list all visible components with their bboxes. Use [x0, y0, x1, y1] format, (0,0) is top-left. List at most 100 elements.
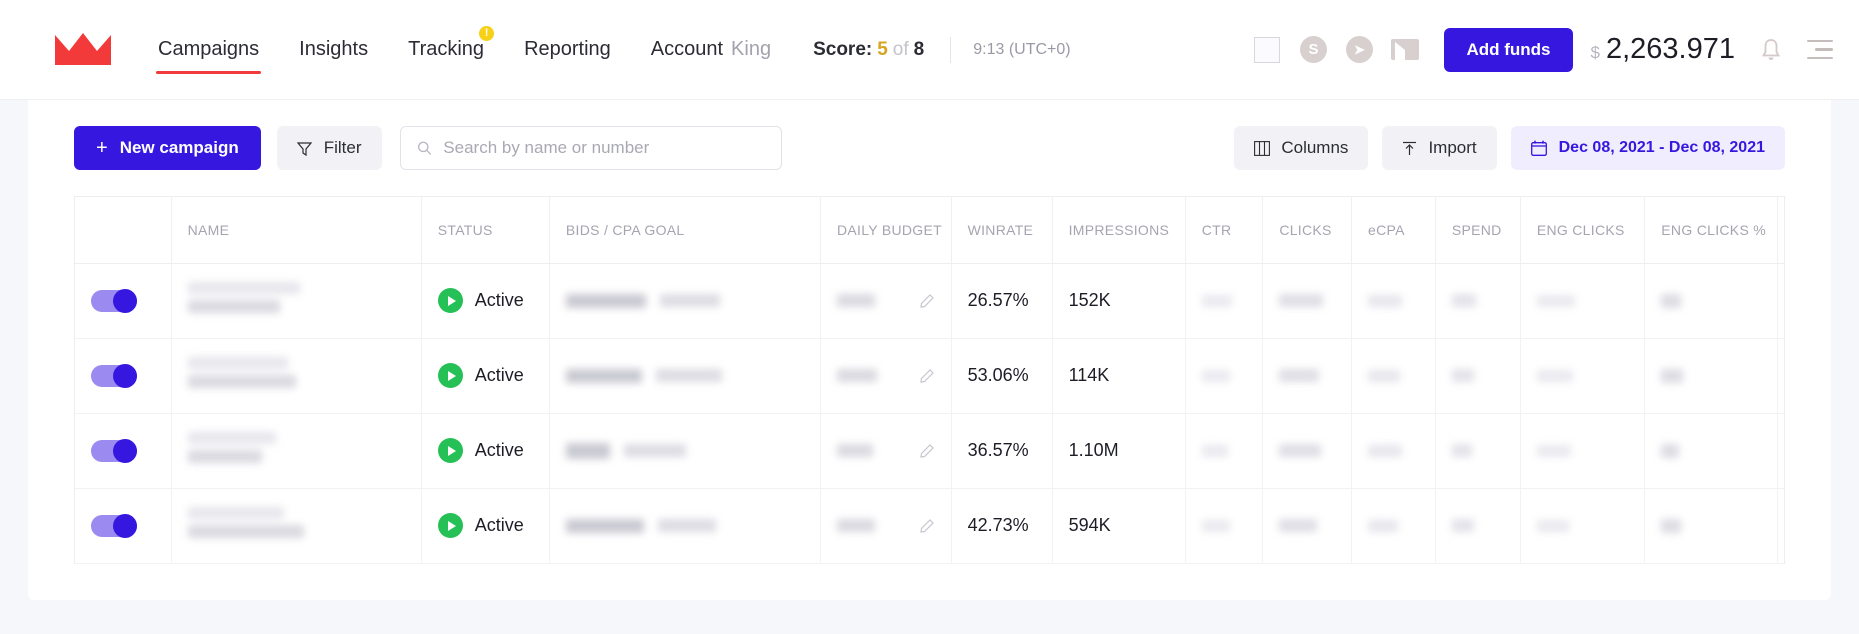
table-row[interactable]: Active — [75, 413, 1784, 489]
cell-name — [171, 488, 422, 564]
brand-logo[interactable] — [28, 32, 138, 67]
col-header-winrate[interactable]: WINRATE — [951, 197, 1053, 264]
import-button[interactable]: Import — [1382, 126, 1497, 170]
date-range-picker[interactable]: Dec 08, 2021 - Dec 08, 2021 — [1510, 126, 1785, 170]
score-total: 8 — [913, 38, 925, 60]
columns-button[interactable]: Columns — [1234, 126, 1369, 170]
cell-status: Active — [421, 263, 550, 339]
col-header-clicks[interactable]: CLICKS — [1262, 197, 1353, 264]
table-row[interactable]: Active — [75, 263, 1784, 339]
skype-icon[interactable]: S — [1292, 29, 1334, 71]
telegram-icon[interactable]: ➤ — [1338, 29, 1380, 71]
telegram-glyph: ➤ — [1354, 41, 1365, 57]
col-header-eng-clicks[interactable]: ENG CLICKS — [1520, 197, 1646, 264]
col-header-status[interactable]: STATUS — [421, 197, 550, 264]
utc-clock: 9:13 (UTC+0) — [973, 40, 1071, 58]
cell-conversions — [1777, 263, 1784, 339]
col-header-ctr[interactable]: CTR — [1185, 197, 1264, 264]
nav-divider — [950, 36, 952, 63]
status-active-icon — [437, 288, 463, 313]
score-label: Score: — [813, 38, 873, 60]
cell-ecpa — [1351, 413, 1436, 489]
columns-label: Columns — [1281, 138, 1349, 157]
campaigns-table-container[interactable]: NAME STATUS BIDS / CPA GOAL DAILY BUDGET… — [74, 196, 1785, 564]
mail-icon[interactable] — [1384, 29, 1436, 71]
status-label: Active — [474, 290, 524, 310]
bids-redacted — [565, 293, 804, 308]
cell-conversions — [1777, 338, 1784, 414]
edit-pencil-icon[interactable] — [919, 368, 935, 383]
cell-spend — [1435, 338, 1521, 414]
bids-redacted — [565, 518, 804, 533]
notifications-bell-icon[interactable] — [1761, 38, 1781, 61]
campaign-enabled-toggle[interactable] — [91, 288, 137, 313]
col-header-spend[interactable]: SPEND — [1435, 197, 1521, 264]
col-header-daily-budget[interactable]: DAILY BUDGET — [820, 197, 952, 264]
cell-daily-budget — [820, 488, 952, 564]
new-campaign-label: New campaign — [119, 138, 239, 157]
cell-eng-clicks — [1520, 413, 1646, 489]
import-label: Import — [1428, 138, 1477, 157]
search-box[interactable] — [399, 126, 782, 170]
add-funds-button[interactable]: Add funds — [1444, 27, 1573, 72]
budget-redacted — [836, 519, 875, 532]
filter-button[interactable]: Filter — [276, 126, 382, 170]
campaign-enabled-toggle[interactable] — [91, 363, 137, 388]
cell-toggle — [75, 338, 172, 414]
table-row[interactable]: Active — [75, 488, 1784, 564]
budget-redacted — [836, 294, 875, 307]
bids-redacted — [565, 368, 804, 383]
cell-eng-clicks-pct — [1644, 338, 1779, 414]
nav-item-campaigns[interactable]: Campaigns — [138, 0, 279, 100]
calendar-icon — [1530, 140, 1547, 156]
cell-eng-clicks-pct — [1644, 413, 1779, 489]
campaign-enabled-toggle[interactable] — [91, 438, 137, 463]
cell-spend — [1435, 488, 1521, 564]
col-header-bids[interactable]: BIDS / CPA GOAL — [549, 197, 821, 264]
col-header-name[interactable]: NAME — [171, 197, 422, 264]
nav-item-tracking[interactable]: Tracking ! — [388, 0, 504, 100]
nav-item-insights[interactable]: Insights — [279, 0, 388, 100]
edit-pencil-icon[interactable] — [919, 518, 935, 533]
tracking-alert-badge: ! — [479, 25, 495, 41]
cell-winrate: 53.06% — [951, 338, 1053, 414]
account-name: King — [731, 38, 772, 60]
table-header-row: NAME STATUS BIDS / CPA GOAL DAILY BUDGET… — [75, 197, 1784, 264]
menu-hamburger-icon[interactable] — [1807, 39, 1833, 60]
table-header: NAME STATUS BIDS / CPA GOAL DAILY BUDGET… — [75, 197, 1784, 264]
account-selector[interactable]: Account King — [631, 38, 791, 61]
campaigns-table: NAME STATUS BIDS / CPA GOAL DAILY BUDGET… — [75, 197, 1784, 564]
new-campaign-button[interactable]: + New campaign — [74, 126, 261, 170]
campaign-enabled-toggle[interactable] — [91, 513, 137, 538]
cell-clicks — [1262, 263, 1353, 339]
balance-currency: $ — [1590, 43, 1600, 62]
status-label: Active — [474, 440, 524, 460]
window-icon[interactable] — [1246, 29, 1288, 71]
col-header-impressions[interactable]: IMPRESSIONS — [1052, 197, 1186, 264]
cell-daily-budget — [820, 338, 952, 414]
cell-winrate: 36.57% — [951, 413, 1053, 489]
skype-glyph: S — [1308, 41, 1319, 58]
edit-pencil-icon[interactable] — [919, 443, 935, 458]
nav-item-reporting[interactable]: Reporting — [504, 0, 631, 100]
import-icon — [1403, 141, 1417, 155]
col-header-eng-clicks-pct[interactable]: ENG CLICKS % — [1644, 197, 1779, 264]
plus-icon: + — [96, 136, 108, 159]
status-active-icon — [437, 363, 463, 388]
bids-redacted — [565, 442, 804, 459]
table-row[interactable]: Active — [75, 338, 1784, 414]
col-header-ecpa[interactable]: eCPA — [1351, 197, 1436, 264]
status-label: Active — [474, 365, 524, 385]
score-value: 5 — [877, 38, 888, 60]
cell-ecpa — [1351, 263, 1436, 339]
cell-bids — [549, 263, 821, 339]
header-actions: S ➤ Add funds $ 2,263.971 — [1246, 27, 1859, 72]
campaign-name-redacted — [187, 282, 405, 313]
cell-winrate: 42.73% — [951, 488, 1053, 564]
search-input[interactable] — [443, 138, 765, 158]
cell-name — [171, 413, 422, 489]
col-header-conversions[interactable]: CONVER — [1777, 197, 1784, 264]
edit-pencil-icon[interactable] — [919, 293, 935, 308]
cell-toggle — [75, 263, 172, 339]
cell-spend — [1435, 263, 1521, 339]
